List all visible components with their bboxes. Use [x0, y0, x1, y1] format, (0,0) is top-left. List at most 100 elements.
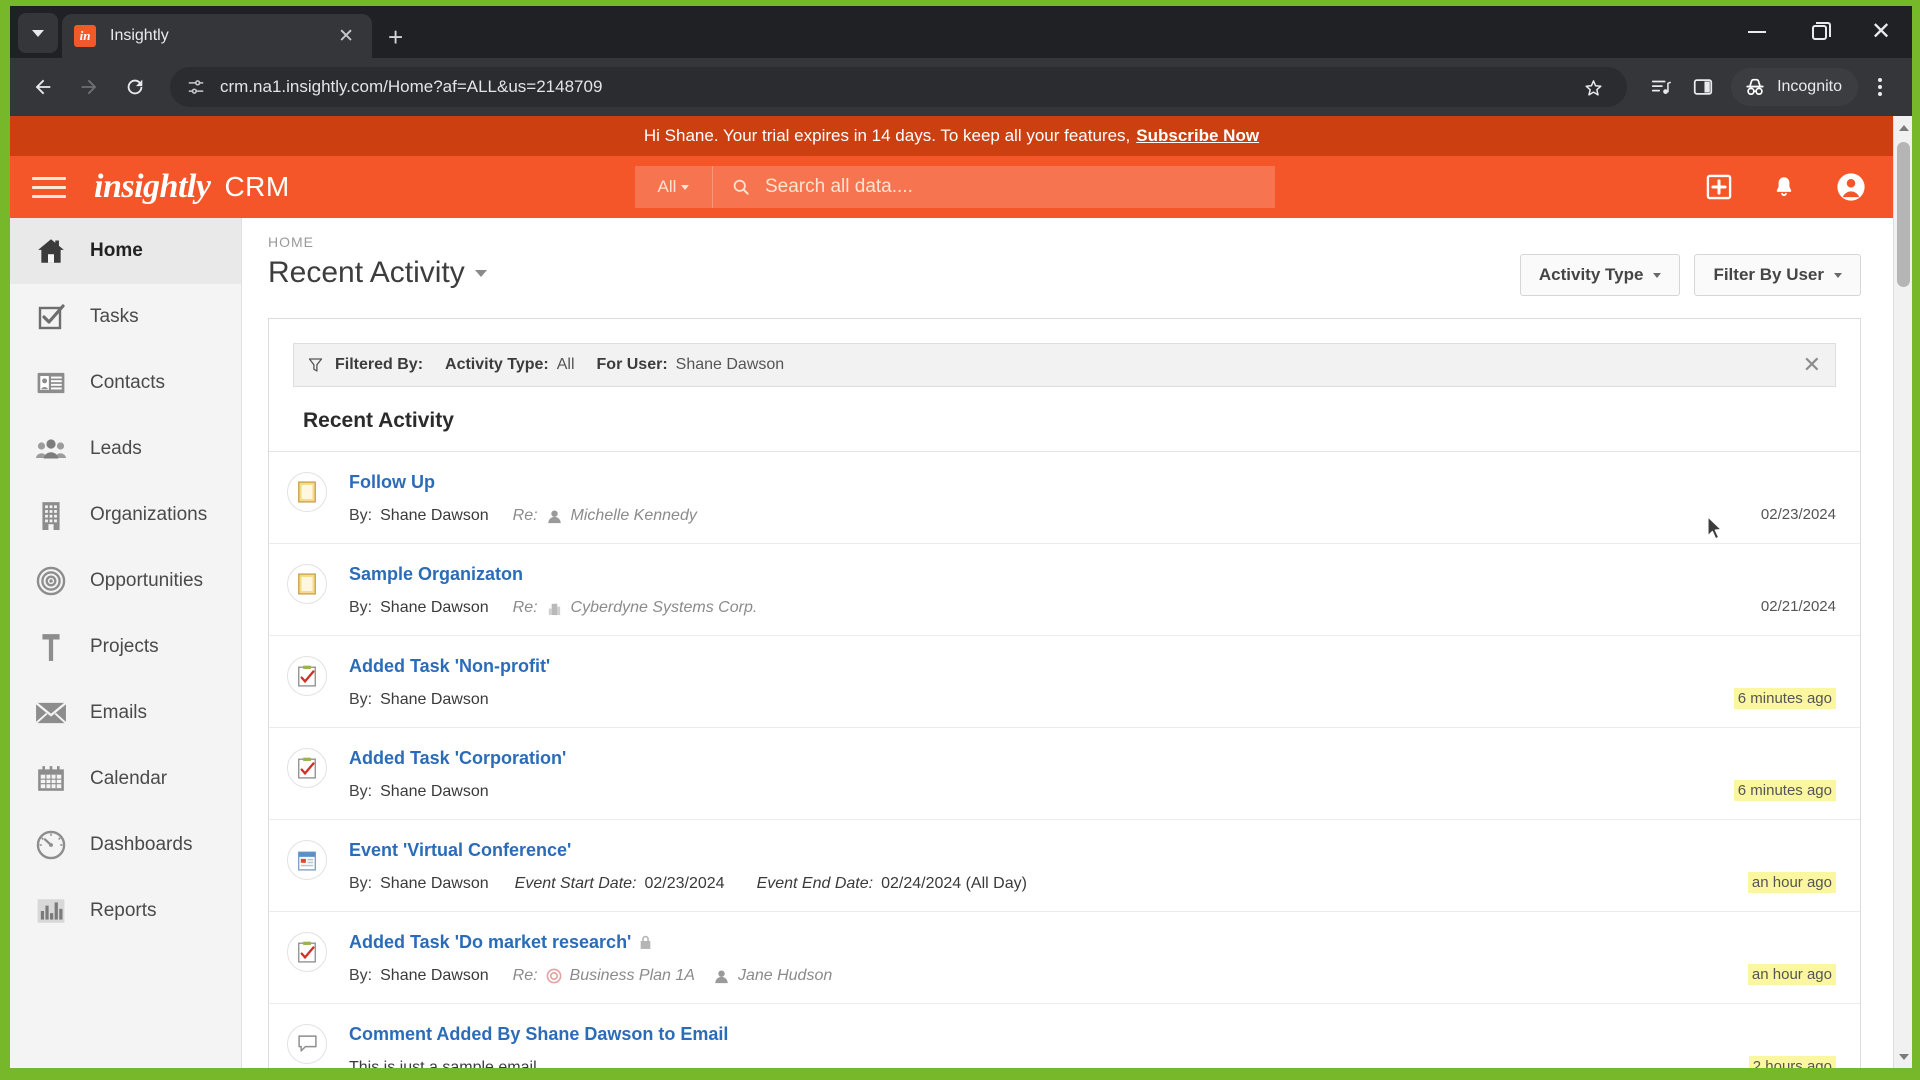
activity-type-filter-label: Activity Type: [445, 356, 549, 373]
activity-meta: By: Shane Dawson [349, 783, 1734, 801]
search-input[interactable]: Search all data.... [713, 176, 1275, 198]
sidebar-item-home[interactable]: Home [10, 218, 241, 284]
bell-icon[interactable] [1771, 174, 1797, 200]
sidebar-item-tasks[interactable]: Tasks [10, 284, 241, 350]
page-scrollbar[interactable] [1893, 116, 1912, 1068]
ref-name-secondary[interactable]: Jane Hudson [738, 967, 832, 985]
sidebar-item-dashboards[interactable]: Dashboards [10, 812, 241, 878]
tab-title: Insightly [110, 27, 169, 44]
activity-row[interactable]: Added Task 'Corporation' By: Shane Dawso… [269, 728, 1860, 820]
window-maximize-button[interactable] [1788, 6, 1850, 58]
reading-list-icon[interactable] [1641, 67, 1681, 107]
url-text: crm.na1.insightly.com/Home?af=ALL&us=214… [220, 77, 603, 96]
sidebar-item-emails[interactable]: Emails [10, 680, 241, 746]
activity-row[interactable]: Added Task 'Non-profit' By: Shane Dawson… [269, 636, 1860, 728]
ref-name[interactable]: Business Plan 1A [570, 967, 695, 985]
sidebar-item-opportunities[interactable]: Opportunities [10, 548, 241, 614]
incognito-indicator[interactable]: Incognito [1731, 68, 1858, 106]
scroll-down-arrow-icon[interactable] [1894, 1047, 1912, 1066]
by-value: Shane Dawson [380, 507, 489, 524]
trial-banner-message: Hi Shane. Your trial expires in 14 days.… [643, 126, 1131, 145]
sidebar-item-contacts[interactable]: Contacts [10, 350, 241, 416]
star-icon[interactable] [1573, 67, 1613, 107]
by-label: By: [349, 783, 373, 800]
ref-name[interactable]: Cyberdyne Systems Corp. [571, 599, 758, 617]
sidebar-item-reports[interactable]: Reports [10, 878, 241, 944]
breadcrumb[interactable]: HOME [268, 234, 487, 250]
hamburger-menu-icon[interactable] [32, 176, 66, 198]
subscribe-now-link[interactable]: Subscribe Now [1136, 126, 1259, 146]
note-icon [287, 472, 327, 512]
search-placeholder: Search all data.... [765, 176, 913, 197]
chevron-down-icon [1834, 272, 1842, 278]
activity-title[interactable]: Event 'Virtual Conference' [349, 840, 571, 861]
by-value: Shane Dawson [380, 783, 489, 800]
filter-by-user-button[interactable]: Filter By User [1694, 254, 1861, 296]
clear-filter-close-icon[interactable]: ✕ [1803, 354, 1821, 376]
kebab-menu-icon[interactable] [1860, 67, 1900, 107]
browser-tab[interactable]: in Insightly ✕ [62, 14, 372, 58]
activity-row[interactable]: Sample Organizaton By: Shane Dawson Re: [269, 544, 1860, 636]
activity-timestamp: an hour ago [1747, 872, 1836, 893]
activity-body: Added Task 'Corporation' By: Shane Dawso… [327, 746, 1734, 801]
main-content: HOME Recent Activity Activity Type Filte… [242, 218, 1893, 1068]
tab-search-chevron-icon[interactable] [18, 13, 58, 53]
activity-row[interactable]: Added Task 'Do market research' By: Shan… [269, 912, 1860, 1004]
app-header: insightly CRM All Search all data.... [10, 156, 1893, 218]
target-icon [34, 566, 68, 596]
activity-title[interactable]: Added Task 'Do market research' [349, 932, 652, 953]
chevron-down-icon [1653, 272, 1662, 278]
scroll-up-arrow-icon[interactable] [1894, 118, 1912, 137]
building-icon [34, 500, 68, 530]
people-group-icon [34, 434, 68, 464]
activity-title[interactable]: Sample Organizaton [349, 564, 523, 585]
activity-row[interactable]: Follow Up By: Shane Dawson Re: Michelle … [269, 452, 1860, 544]
sidebar-item-projects[interactable]: Projects [10, 614, 241, 680]
event-start-value: 02/23/2024 [644, 875, 725, 892]
event-start-label: Event Start Date: [514, 875, 637, 892]
sidebar-item-leads[interactable]: Leads [10, 416, 241, 482]
site-settings-icon[interactable] [184, 75, 208, 99]
window-close-button[interactable]: ✕ [1850, 6, 1912, 58]
by-label: By: [349, 599, 373, 616]
activity-title[interactable]: Follow Up [349, 472, 435, 493]
task-icon [287, 748, 327, 788]
re-label: Re: [512, 599, 538, 616]
ref-name[interactable]: Michelle Kennedy [571, 507, 697, 525]
address-bar[interactable]: crm.na1.insightly.com/Home?af=ALL&us=214… [170, 67, 1628, 107]
activity-title[interactable]: Comment Added By Shane Dawson to Email [349, 1024, 728, 1045]
by-label: By: [349, 967, 373, 984]
sidebar-item-calendar[interactable]: Calendar [10, 746, 241, 812]
new-tab-plus-icon[interactable]: + [388, 24, 403, 50]
user-avatar-icon[interactable] [1835, 171, 1867, 203]
reload-icon[interactable] [114, 66, 156, 108]
sidebar-item-label: Opportunities [90, 570, 204, 591]
back-arrow-icon[interactable] [22, 66, 64, 108]
scrollbar-thumb[interactable] [1897, 142, 1910, 287]
activity-title[interactable]: Added Task 'Corporation' [349, 748, 566, 769]
activity-row[interactable]: Comment Added By Shane Dawson to Email T… [269, 1004, 1860, 1068]
global-search[interactable]: All Search all data.... [635, 166, 1275, 208]
side-panel-icon[interactable] [1683, 67, 1723, 107]
add-new-icon[interactable] [1705, 173, 1733, 201]
tab-close-icon[interactable]: ✕ [332, 23, 360, 50]
header-filter-actions: Activity Type Filter By User [1519, 254, 1861, 296]
forward-arrow-icon[interactable] [68, 66, 110, 108]
activity-timestamp: 6 minutes ago [1733, 688, 1836, 709]
page-title[interactable]: Recent Activity [268, 256, 487, 290]
by-value: Shane Dawson [380, 967, 489, 984]
insightly-logo[interactable]: insightly [94, 168, 211, 206]
activity-row[interactable]: Event 'Virtual Conference' By: Shane Daw… [269, 820, 1860, 912]
activity-title[interactable]: Added Task 'Non-profit' [349, 656, 550, 677]
search-scope-dropdown[interactable]: All [635, 166, 713, 208]
sidebar-item-label: Leads [90, 438, 142, 459]
activity-type-button[interactable]: Activity Type [1519, 254, 1681, 296]
activity-meta: By: Shane Dawson Re: Business Plan 1A Ja… [349, 967, 1748, 985]
activity-body: Added Task 'Non-profit' By: Shane Dawson [327, 654, 1734, 709]
window-minimize-button[interactable] [1726, 6, 1788, 58]
activity-type-label: Activity Type [1538, 265, 1644, 284]
activity-meta: By: Shane Dawson Re: Cyberdyne Systems C… [349, 599, 1761, 617]
incognito-label: Incognito [1777, 78, 1842, 95]
sidebar-item-organizations[interactable]: Organizations [10, 482, 241, 548]
chevron-down-icon [681, 184, 690, 190]
